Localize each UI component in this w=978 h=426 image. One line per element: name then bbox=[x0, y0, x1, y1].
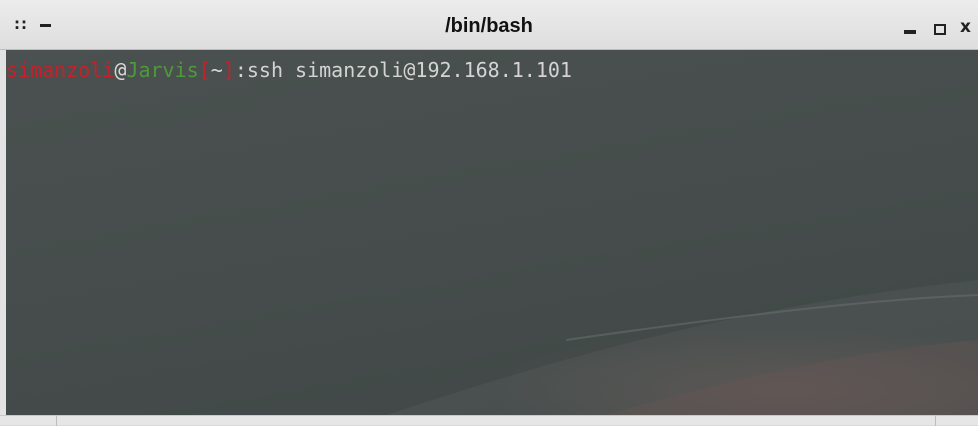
status-bar bbox=[0, 415, 978, 426]
minimize-icon[interactable] bbox=[904, 30, 916, 34]
close-icon[interactable]: x bbox=[960, 18, 971, 36]
prompt-separator: : bbox=[234, 58, 247, 82]
maximize-icon[interactable] bbox=[934, 24, 946, 35]
prompt-dir: ~ bbox=[210, 58, 223, 82]
window-title: /bin/bash bbox=[445, 15, 533, 37]
prompt-at: @ bbox=[114, 58, 127, 82]
prompt-open-bracket: [ bbox=[198, 58, 211, 82]
prompt-user: simanzoli bbox=[6, 58, 115, 82]
prompt-line: simanzoli@Jarvis[~]:ssh simanzoli@192.16… bbox=[6, 58, 572, 82]
title-bar[interactable]: :: /bin/bash x bbox=[0, 0, 978, 50]
prompt-close-bracket: ] bbox=[222, 58, 235, 82]
terminal-window: :: /bin/bash x simanzoli@Jarvis[~]:ssh s… bbox=[0, 0, 978, 426]
desktop-backdrop bbox=[386, 280, 978, 415]
terminal-area[interactable]: simanzoli@Jarvis[~]:ssh simanzoli@192.16… bbox=[6, 50, 978, 415]
command-text: ssh simanzoli@192.168.1.101 bbox=[246, 58, 572, 82]
prompt-host: Jarvis bbox=[126, 58, 199, 82]
